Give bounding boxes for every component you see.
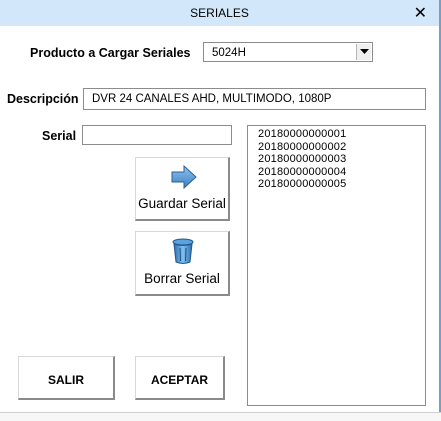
producto-selected-value: 5024H [212, 47, 246, 59]
list-item[interactable]: 20180000000001 [258, 128, 346, 140]
trash-icon [172, 238, 194, 264]
title-bar[interactable]: SERIALES ✕ [0, 0, 439, 26]
producto-combobox[interactable]: 5024H [203, 42, 373, 62]
borrar-serial-label: Borrar Serial [144, 271, 220, 286]
chevron-down-icon[interactable] [356, 44, 371, 60]
seriales-window: SERIALES ✕ Producto a Cargar Seriales 50… [0, 0, 441, 412]
borrar-serial-button[interactable]: Borrar Serial [135, 231, 230, 296]
list-item[interactable]: 20180000000004 [258, 166, 346, 178]
serial-label: Serial [42, 129, 77, 143]
descripcion-label: Descripción [7, 92, 79, 106]
close-icon[interactable]: ✕ [414, 3, 427, 23]
aceptar-button[interactable]: ACEPTAR [135, 356, 225, 400]
arrow-right-icon [171, 164, 197, 190]
list-item[interactable]: 20180000000005 [258, 178, 346, 190]
salir-button[interactable]: SALIR [18, 356, 115, 400]
descripcion-field[interactable]: DVR 24 CANALES AHD, MULTIMODO, 1080P [83, 88, 426, 110]
list-item[interactable]: 20180000000002 [258, 141, 346, 153]
salir-label: SALIR [48, 373, 84, 387]
guardar-serial-label: Guardar Serial [138, 196, 226, 211]
producto-label: Producto a Cargar Seriales [30, 46, 191, 60]
window-title: SERIALES [190, 6, 249, 20]
serial-input[interactable] [82, 125, 232, 145]
list-item[interactable]: 20180000000003 [258, 153, 346, 165]
guardar-serial-button[interactable]: Guardar Serial [135, 157, 230, 221]
serial-listbox[interactable]: 20180000000001 20180000000002 201800000000… [247, 125, 426, 406]
aceptar-label: ACEPTAR [150, 373, 209, 387]
descripcion-value: DVR 24 CANALES AHD, MULTIMODO, 1080P [92, 93, 332, 105]
